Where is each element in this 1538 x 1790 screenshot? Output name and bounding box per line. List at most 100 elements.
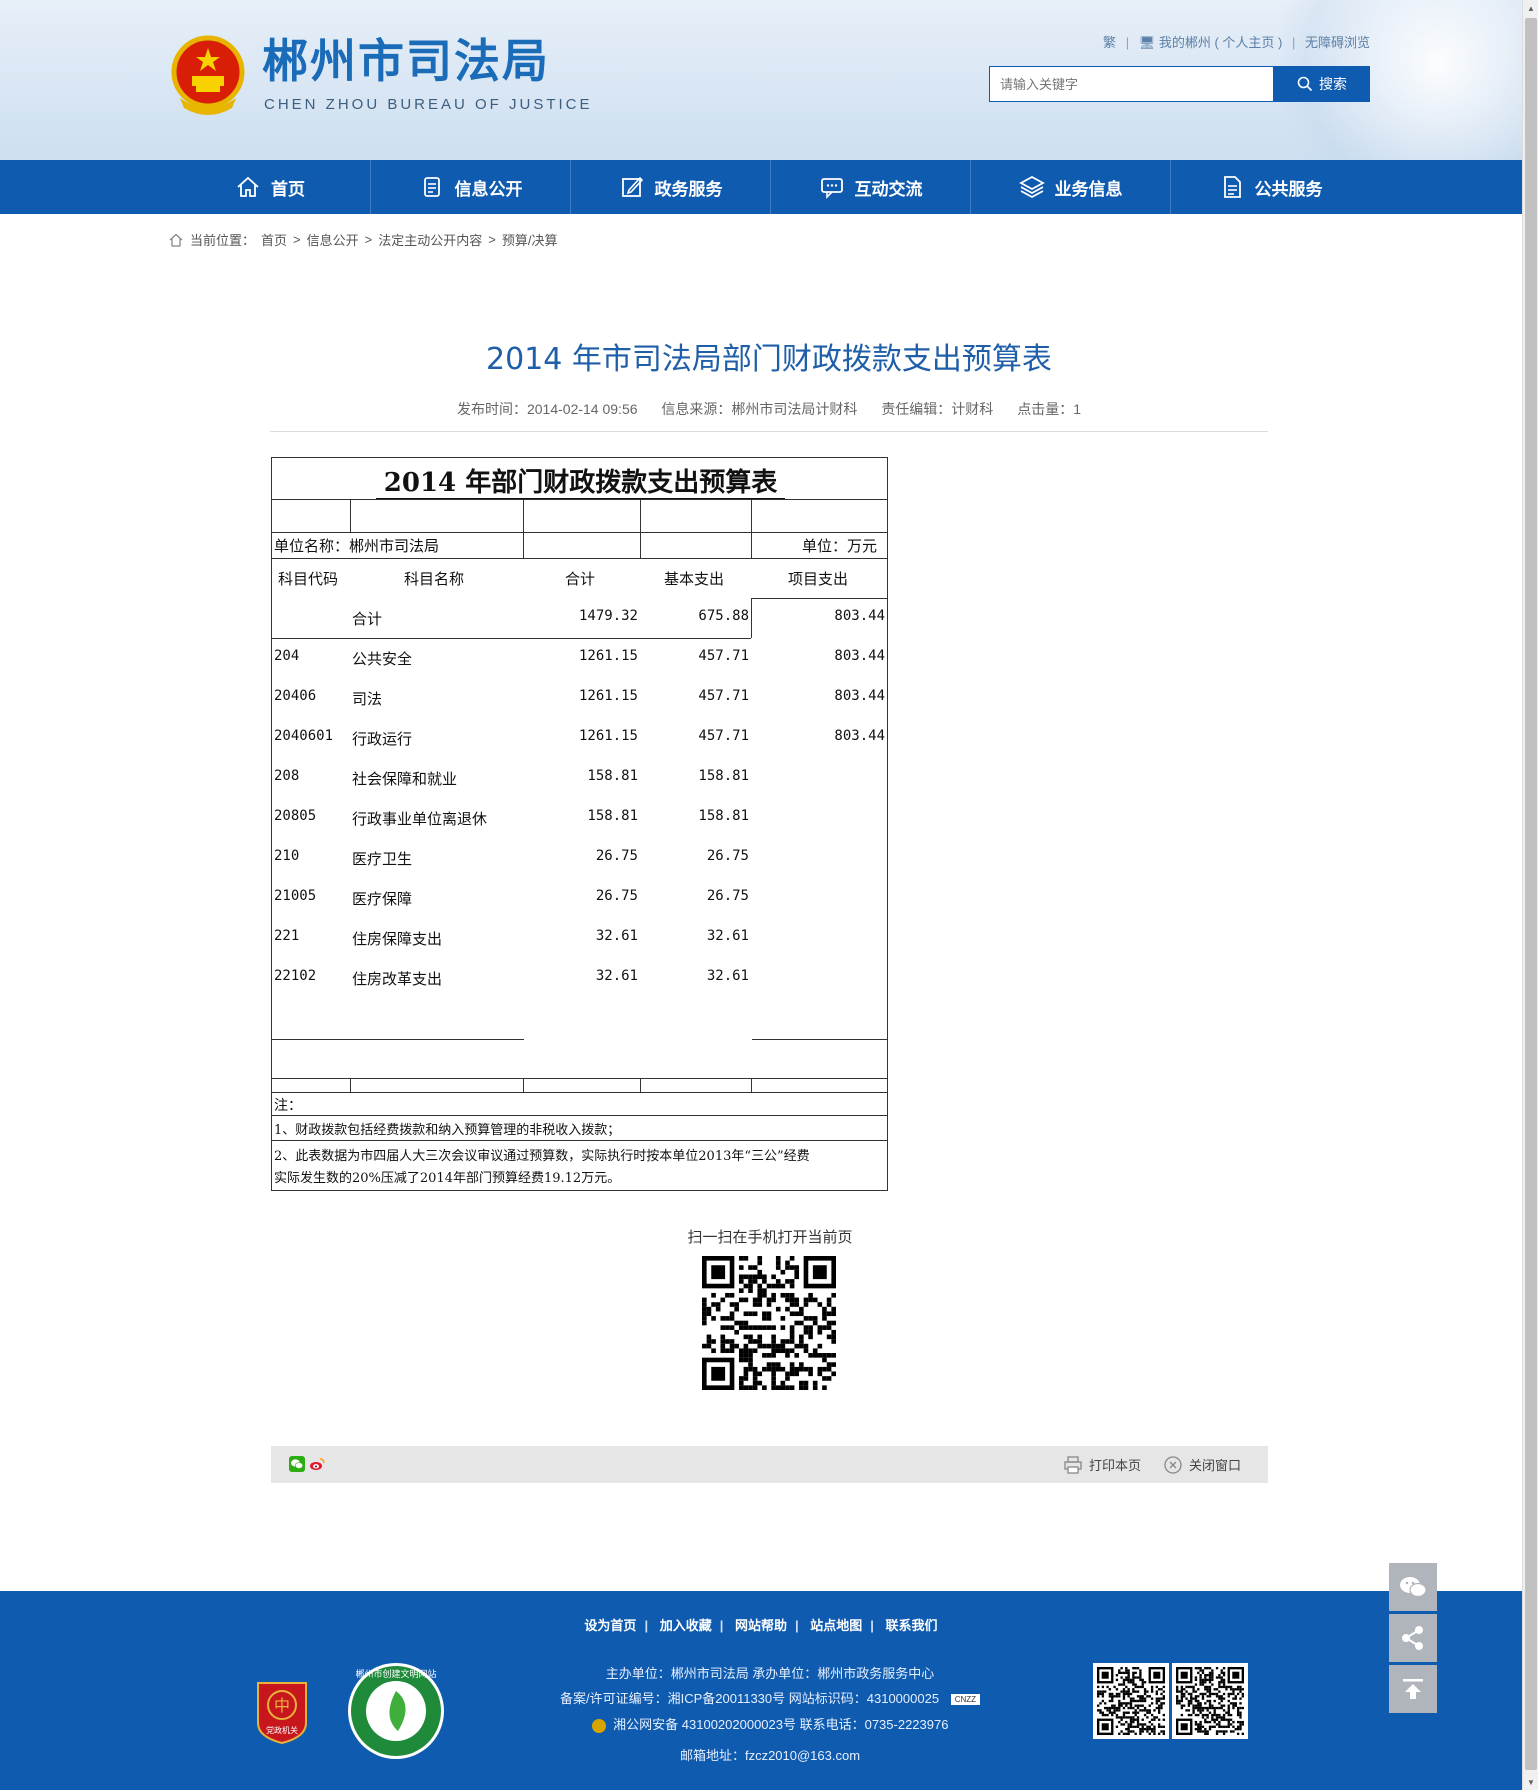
scroll-thumb[interactable] — [1525, 18, 1537, 1770]
footer-police: 湘公网安备 43100202000023号 联系电话：0735-2223976 — [480, 1714, 1060, 1733]
accessible-browse-link[interactable]: 无障碍浏览 — [1305, 35, 1370, 50]
search-input[interactable] — [989, 66, 1274, 102]
nav-label: 信息公开 — [454, 179, 523, 199]
file-icon — [1223, 176, 1241, 198]
editor: 责任编辑：计财科 — [881, 401, 994, 417]
civilized-website-badge-icon[interactable]: 郴州市创建文明网站 — [346, 1661, 446, 1761]
note-2a: 2、此表数据为市四届人大三次会议审议通过预算数，实际执行时按本单位2013年“三… — [274, 1149, 810, 1164]
nav-item-info-public[interactable]: 信息公开 — [370, 160, 570, 214]
svg-text:郴州市创建文明网站: 郴州市创建文明网站 — [355, 1668, 436, 1680]
article-meta: 发布时间：2014-02-14 09:56 信息来源：郴州市司法局计财科 责任编… — [270, 399, 1268, 419]
nav-item-interaction[interactable]: 互动交流 — [770, 160, 970, 214]
breadcrumb-item[interactable]: 预算/决算 — [502, 230, 558, 249]
breadcrumb-item[interactable]: 首页 — [261, 230, 287, 249]
breadcrumb-separator: > — [488, 232, 496, 247]
row-total: 32.61 — [595, 968, 638, 984]
row-name: 住房保障支出 — [352, 930, 443, 948]
budget-table: 2014 年部门财政拨款支出预算表 单位名称：郴州市司法局 单位：万元 科目代码… — [271, 457, 888, 1191]
row-code: 2040601 — [274, 728, 334, 744]
nav-item-business-info[interactable]: 业务信息 — [970, 160, 1170, 214]
site-subtitle: CHEN ZHOU BUREAU OF JUSTICE — [264, 96, 593, 113]
row-project: 803.44 — [834, 608, 885, 624]
close-window-button[interactable]: 关闭窗口 — [1163, 1446, 1241, 1483]
row-basic: 675.88 — [698, 608, 749, 624]
footer-icp: 备案/许可证编号：湘ICP备20011330号 网站标识码：4310000025… — [480, 1688, 1060, 1707]
print-page-button[interactable]: 打印本页 — [1063, 1446, 1141, 1483]
footer-link-set-home[interactable]: 设为首页 — [584, 1618, 636, 1633]
nav-item-home[interactable]: 首页 — [170, 160, 370, 214]
row-code: 22102 — [274, 968, 317, 984]
footer-host: 主办单位：郴州市司法局 承办单位：郴州市政务服务中心 — [605, 1666, 935, 1681]
nav-label: 业务信息 — [1054, 179, 1123, 199]
row-name: 司法 — [352, 690, 383, 708]
print-label: 打印本页 — [1089, 1458, 1142, 1473]
unit-label: 单位：万元 — [802, 537, 878, 555]
cnzz-badge[interactable]: CNZZ — [950, 1694, 981, 1706]
row-total: 1261.15 — [578, 648, 638, 664]
close-label: 关闭窗口 — [1189, 1458, 1242, 1473]
site-title: 郴州市司法局 — [262, 34, 550, 88]
footer-email: 邮箱地址：fzcz2010@163.com — [679, 1748, 861, 1763]
row-total: 32.61 — [595, 928, 638, 944]
nav-label: 政务服务 — [654, 179, 723, 199]
footer-link-contact[interactable]: 联系我们 — [886, 1618, 938, 1633]
footer-qr-code-2 — [1172, 1663, 1248, 1739]
note-label: 注： — [274, 1098, 302, 1114]
vertical-scrollbar[interactable]: ▲ ▼ — [1522, 0, 1538, 1790]
national-emblem-icon — [171, 35, 245, 115]
article-title: 2014 年市司法局部门财政拨款支出预算表 — [486, 342, 1052, 377]
search-button[interactable]: 搜索 — [1274, 66, 1370, 102]
search-icon — [1297, 76, 1313, 92]
scroll-up-arrow-icon[interactable]: ▲ — [1523, 0, 1538, 16]
row-code: 21005 — [274, 888, 317, 904]
page-qr-code — [702, 1256, 836, 1390]
breadcrumb-item[interactable]: 法定主动公开内容 — [378, 230, 482, 249]
my-chenzhou-link[interactable]: 我的郴州 ( 个人主页 ) — [1159, 35, 1283, 50]
svg-text:党政机关: 党政机关 — [266, 1725, 298, 1735]
table-rule — [751, 598, 887, 599]
breadcrumb-item[interactable]: 信息公开 — [307, 230, 359, 249]
row-basic: 32.61 — [706, 968, 749, 984]
footer-qr-code-1 — [1093, 1663, 1169, 1739]
header-total: 合计 — [565, 570, 596, 588]
nav-label: 公共服务 — [1254, 179, 1323, 199]
row-project: 803.44 — [834, 728, 885, 744]
header-code: 科目代码 — [278, 570, 339, 588]
row-code: 204 — [274, 648, 300, 664]
breadcrumb: 当前位置： 首页 > 信息公开 > 法定主动公开内容 > 预算/决算 — [168, 230, 557, 249]
footer-link-bookmark[interactable]: 加入收藏 — [660, 1618, 712, 1633]
hit-count: 点击量：1 — [1017, 401, 1081, 417]
home-icon — [237, 176, 259, 197]
nav-item-gov-service[interactable]: 政务服务 — [570, 160, 770, 214]
weibo-icon[interactable] — [309, 1456, 325, 1472]
wechat-icon[interactable] — [289, 1456, 305, 1472]
row-basic: 26.75 — [706, 888, 749, 904]
row-basic: 158.81 — [698, 768, 749, 784]
row-code: 221 — [274, 928, 300, 944]
layers-icon — [1018, 175, 1045, 199]
party-gov-badge-icon[interactable]: 中 党政机关 — [252, 1679, 312, 1745]
breadcrumb-prefix: 当前位置： — [190, 233, 256, 248]
nav-item-public-service[interactable]: 公共服务 — [1170, 160, 1370, 214]
row-basic: 26.75 — [706, 848, 749, 864]
float-share-button[interactable] — [1389, 1614, 1437, 1662]
row-total: 1261.15 — [578, 688, 638, 704]
footer-link-sitemap[interactable]: 站点地图 — [810, 1618, 862, 1633]
row-code: 20406 — [274, 688, 317, 704]
row-basic: 457.71 — [698, 728, 749, 744]
table-rule — [272, 558, 887, 559]
top-links: 繁 | 🖥 我的郴州 ( 个人主页 ) | 无障碍浏览 — [1103, 35, 1370, 50]
traditional-chinese-link[interactable]: 繁 — [1103, 35, 1116, 50]
svg-text:中: 中 — [274, 1696, 290, 1715]
share-bar: 打印本页 关闭窗口 — [271, 1446, 1268, 1483]
row-code: 208 — [274, 768, 300, 784]
budget-table-title: 2014 年部门财政拨款支出预算表 — [272, 462, 889, 500]
table-rule — [350, 1078, 351, 1092]
scroll-down-arrow-icon[interactable]: ▼ — [1523, 1774, 1538, 1790]
row-basic: 457.71 — [698, 688, 749, 704]
back-to-top-button[interactable] — [1389, 1665, 1437, 1713]
table-rule — [640, 499, 641, 558]
home-icon — [169, 233, 183, 247]
float-wechat-button[interactable] — [1389, 1563, 1437, 1611]
footer-link-help[interactable]: 网站帮助 — [735, 1618, 787, 1633]
